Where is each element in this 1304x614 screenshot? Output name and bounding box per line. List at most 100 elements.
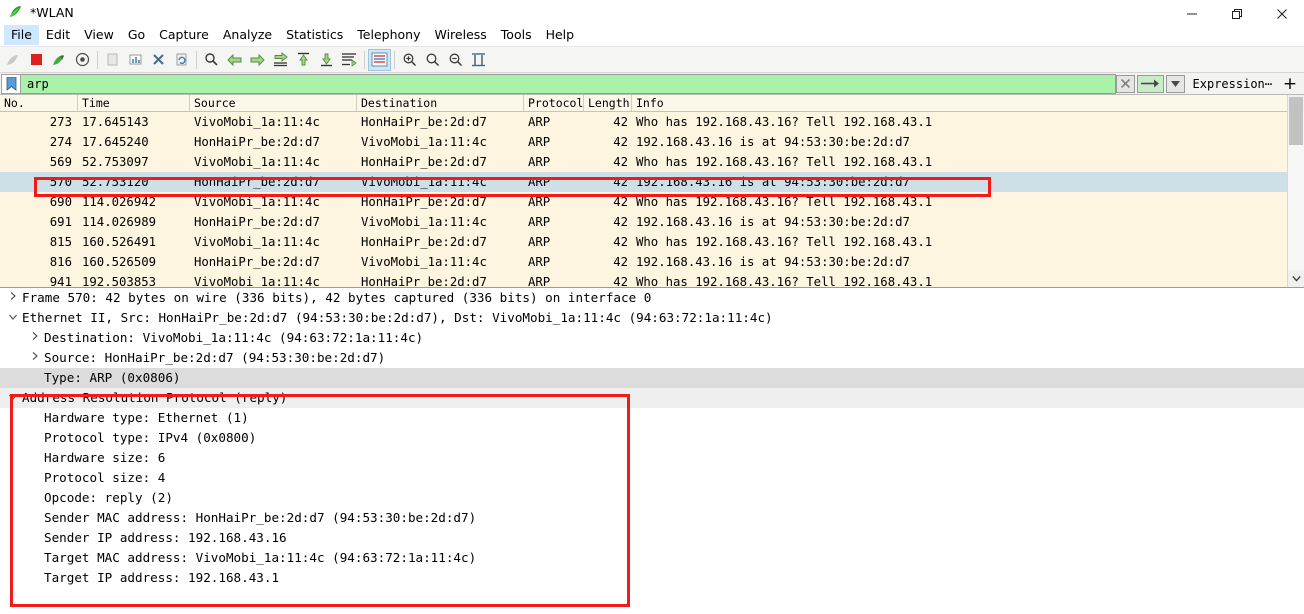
detail-row[interactable]: Sender IP address: 192.168.43.16 <box>0 528 1304 548</box>
column-header-no[interactable]: No. <box>0 95 78 111</box>
detail-row-label: Opcode: reply (2) <box>44 490 173 505</box>
open-file-icon[interactable] <box>101 49 124 71</box>
detail-row[interactable]: Source: HonHaiPr_be:2d:d7 (94:53:30:be:2… <box>0 348 1304 368</box>
detail-row-label: Protocol size: 4 <box>44 470 166 485</box>
packet-cell-time: 114.026942 <box>82 195 157 209</box>
detail-row[interactable]: Protocol size: 4 <box>0 468 1304 488</box>
column-header-time[interactable]: Time <box>78 95 190 111</box>
zoom-in-icon[interactable] <box>398 49 421 71</box>
resize-columns-icon[interactable] <box>467 49 490 71</box>
go-back-icon[interactable] <box>223 49 246 71</box>
packet-row[interactable]: 274 17.645240 HonHaiPr_be:2d:d7 VivoMobi_1a… <box>0 132 1304 152</box>
packet-row[interactable]: 570 52.753120 HonHaiPr_be:2d:d7 VivoMobi_1a… <box>0 172 1304 192</box>
menu-item-tools[interactable]: Tools <box>494 25 539 45</box>
display-filter-bar: arp Expression⋯ + <box>0 73 1304 95</box>
packet-row[interactable]: 569 52.753097 VivoMobi_1a:11:4c HonHaiPr_be… <box>0 152 1304 172</box>
stop-capture-icon[interactable] <box>25 49 48 71</box>
scrollbar-thumb[interactable] <box>1289 97 1303 145</box>
packet-cell-length: 42 <box>613 115 628 129</box>
detail-row[interactable]: Sender MAC address: HonHaiPr_be:2d:d7 (9… <box>0 508 1304 528</box>
column-header-length[interactable]: Length <box>584 95 632 111</box>
go-forward-icon[interactable] <box>246 49 269 71</box>
colorize-icon[interactable] <box>368 48 391 71</box>
packet-details-pane[interactable]: Frame 570: 42 bytes on wire (336 bits), … <box>0 288 1304 608</box>
menu-item-view[interactable]: View <box>77 25 121 45</box>
column-header-protocol[interactable]: Protocol <box>524 95 584 111</box>
detail-row[interactable]: Hardware type: Ethernet (1) <box>0 408 1304 428</box>
minimize-button[interactable] <box>1169 0 1214 28</box>
packet-row[interactable]: 815 160.526491 VivoMobi_1a:11:4c HonHaiPr_b… <box>0 232 1304 252</box>
zoom-out-icon[interactable] <box>421 49 444 71</box>
packet-list-scrollbar[interactable] <box>1287 95 1304 287</box>
packet-row[interactable]: 690 114.026942 VivoMobi_1a:11:4c HonHaiPr_b… <box>0 192 1304 212</box>
filter-dropdown-button[interactable] <box>1165 74 1185 93</box>
detail-row[interactable]: Protocol type: IPv4 (0x0800) <box>0 428 1304 448</box>
toolbar-separator <box>394 50 395 69</box>
detail-row[interactable]: Ethernet II, Src: HonHaiPr_be:2d:d7 (94:… <box>0 308 1304 328</box>
menu-item-go[interactable]: Go <box>121 25 152 45</box>
go-first-packet-icon[interactable] <box>292 49 315 71</box>
go-last-packet-icon[interactable] <box>315 49 338 71</box>
capture-options-icon[interactable] <box>71 49 94 71</box>
display-filter-value: arp <box>27 76 49 91</box>
menu-item-edit[interactable]: Edit <box>39 25 77 45</box>
add-filter-button[interactable]: + <box>1280 75 1304 92</box>
apply-filter-button[interactable] <box>1136 74 1164 93</box>
packet-cell-source: HonHaiPr_be:2d:d7 <box>194 255 320 269</box>
packet-row[interactable]: 691 114.026989 HonHaiPr_be:2d:d7 VivoMobi_1… <box>0 212 1304 232</box>
packet-cell-no: 690 <box>49 195 72 209</box>
chevron-down-icon[interactable] <box>6 308 20 328</box>
packet-row[interactable]: 273 17.645143 VivoMobi_1a:11:4c HonHaiPr_be… <box>0 112 1304 132</box>
menu-item-help[interactable]: Help <box>539 25 582 45</box>
packet-cell-source: HonHaiPr_be:2d:d7 <box>194 215 320 229</box>
wireshark-fin-icon <box>8 4 24 20</box>
packet-row[interactable]: 941 192.503853 VivoMobi_1a:11:4c HonHaiPr_b… <box>0 272 1304 287</box>
packet-cell-destination: VivoMobi_1a:11:4c <box>361 255 487 269</box>
menu-item-statistics[interactable]: Statistics <box>279 25 350 45</box>
detail-row[interactable]: Type: ARP (0x0806) <box>0 368 1304 388</box>
menu-item-analyze[interactable]: Analyze <box>216 25 279 45</box>
maximize-button[interactable] <box>1214 0 1259 28</box>
close-file-icon[interactable] <box>147 49 170 71</box>
auto-scroll-icon[interactable] <box>338 49 361 71</box>
detail-row[interactable]: Address Resolution Protocol (reply) <box>0 388 1304 408</box>
menu-item-capture[interactable]: Capture <box>152 25 216 45</box>
detail-row-label: Destination: VivoMobi_1a:11:4c (94:63:72… <box>44 330 424 345</box>
chevron-right-icon[interactable] <box>28 348 42 368</box>
detail-row[interactable]: Opcode: reply (2) <box>0 488 1304 508</box>
menu-item-telephony[interactable]: Telephony <box>350 25 427 45</box>
chevron-down-icon[interactable] <box>6 388 20 408</box>
start-capture-icon[interactable] <box>2 49 25 71</box>
column-header-source[interactable]: Source <box>190 95 357 111</box>
display-filter-input[interactable]: arp <box>21 73 1116 94</box>
packet-cell-no: 816 <box>49 255 72 269</box>
go-to-packet-icon[interactable] <box>269 49 292 71</box>
find-packet-icon[interactable] <box>200 49 223 71</box>
packet-cell-time: 17.645143 <box>82 115 149 129</box>
packet-cell-info: 192.168.43.16 is at 94:53:30:be:2d:d7 <box>636 135 910 149</box>
packet-list-body[interactable]: 273 17.645143 VivoMobi_1a:11:4c HonHaiPr_be… <box>0 112 1304 287</box>
column-header-destination[interactable]: Destination <box>357 95 524 111</box>
filter-expression-button[interactable]: Expression⋯ <box>1187 77 1280 91</box>
chevron-right-icon[interactable] <box>28 328 42 348</box>
detail-row[interactable]: Target MAC address: VivoMobi_1a:11:4c (9… <box>0 548 1304 568</box>
detail-row[interactable]: Hardware size: 6 <box>0 448 1304 468</box>
detail-row[interactable]: Destination: VivoMobi_1a:11:4c (94:63:72… <box>0 328 1304 348</box>
close-button[interactable] <box>1259 0 1304 28</box>
window-controls <box>1169 0 1304 28</box>
column-header-info[interactable]: Info <box>632 95 1304 111</box>
chevron-right-icon[interactable] <box>6 288 20 308</box>
packet-cell-destination: HonHaiPr_be:2d:d7 <box>361 275 487 287</box>
packet-row[interactable]: 816 160.526509 HonHaiPr_be:2d:d7 VivoMobi_1… <box>0 252 1304 272</box>
scroll-down-arrow-icon[interactable] <box>1288 270 1304 287</box>
menu-item-file[interactable]: File <box>4 25 39 45</box>
restart-capture-icon[interactable] <box>48 49 71 71</box>
menu-item-wireless[interactable]: Wireless <box>427 25 493 45</box>
bookmark-icon[interactable] <box>1 73 21 94</box>
save-file-icon[interactable] <box>124 49 147 71</box>
detail-row[interactable]: Frame 570: 42 bytes on wire (336 bits), … <box>0 288 1304 308</box>
clear-filter-button[interactable] <box>1115 74 1135 93</box>
reload-file-icon[interactable] <box>170 49 193 71</box>
detail-row[interactable]: Target IP address: 192.168.43.1 <box>0 568 1304 588</box>
normal-size-icon[interactable] <box>444 49 467 71</box>
